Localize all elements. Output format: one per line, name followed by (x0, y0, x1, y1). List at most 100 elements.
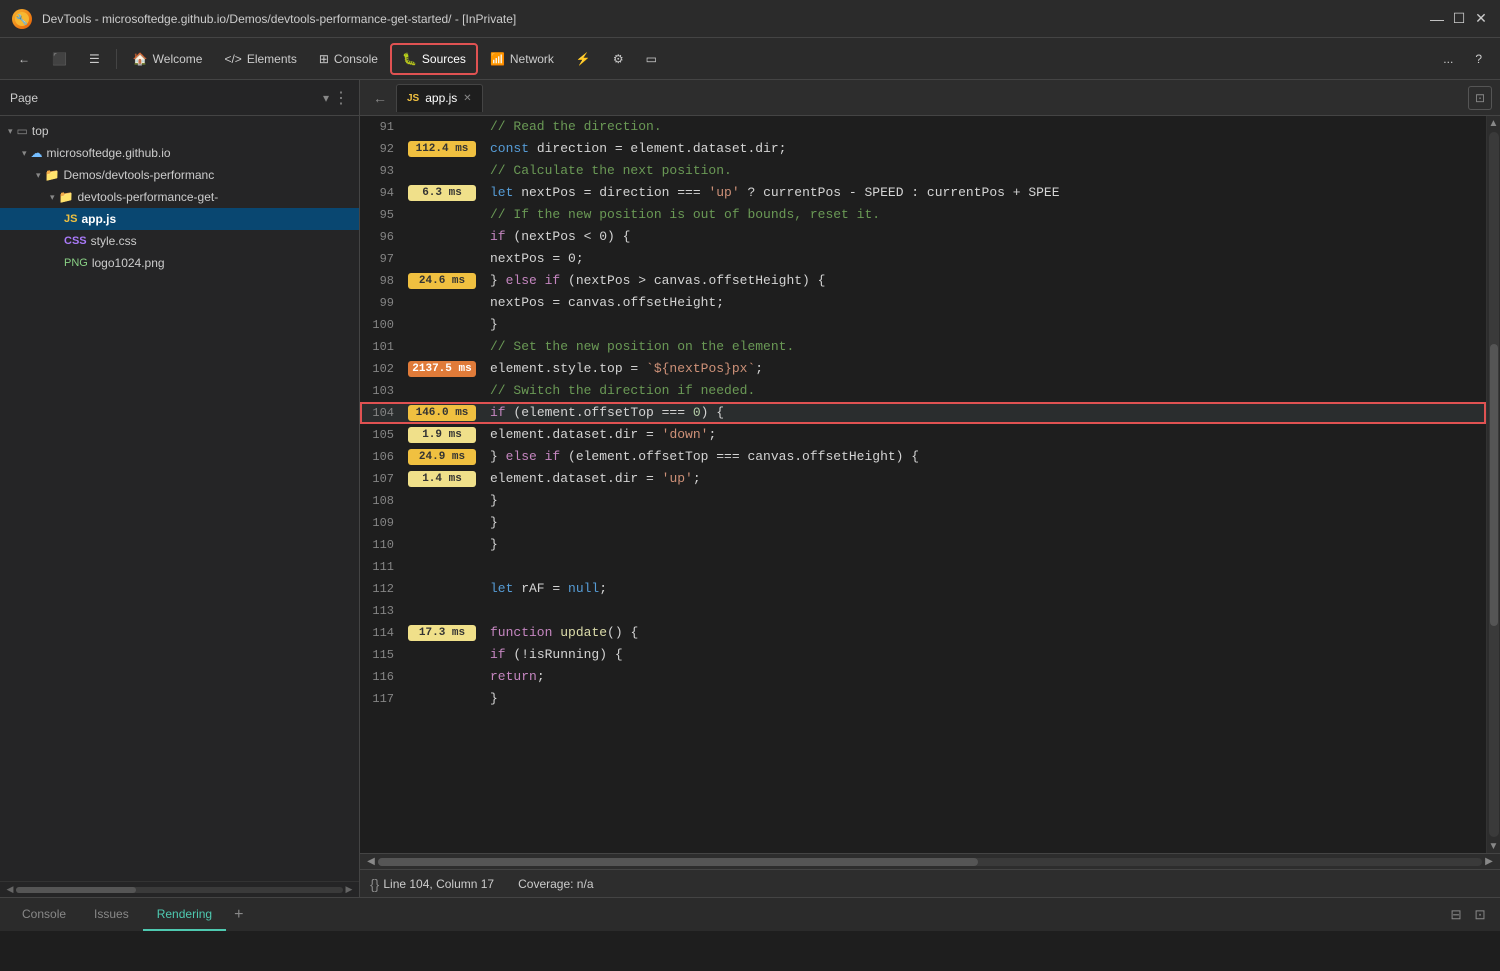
timing-badge: 24.6 ms (408, 273, 476, 289)
code-text: if (!isRunning) { (482, 644, 623, 666)
vscroll-thumb (1490, 344, 1498, 626)
tree-item-top[interactable]: ▾ ▭ top (0, 120, 359, 142)
code-line-113: 113 (360, 600, 1486, 622)
line-number: 107 (360, 468, 402, 490)
sidebar-header-more[interactable]: ⋮ (333, 88, 349, 108)
tree-item-label: app.js (81, 212, 116, 226)
line-number: 117 (360, 688, 402, 710)
folder-icon: ▭ (17, 124, 28, 138)
editor-back-button[interactable]: ← (368, 86, 392, 110)
code-text: let nextPos = direction === 'up' ? curre… (482, 182, 1060, 204)
vscroll-up-button[interactable]: ▲ (1487, 116, 1500, 130)
vscroll-track[interactable] (1489, 132, 1499, 837)
tab-close-button[interactable]: ✕ (463, 93, 471, 104)
elements-tab-button[interactable]: </> Elements (214, 43, 306, 75)
tree-item-label: top (32, 124, 49, 138)
code-line-96: 96if (nextPos < 0) { (360, 226, 1486, 248)
folder-icon: 📁 (45, 168, 60, 182)
bottom-tab-console[interactable]: Console (8, 898, 80, 931)
tree-item-label: logo1024.png (92, 256, 165, 270)
code-line-91: 91// Read the direction. (360, 116, 1486, 138)
add-tab-button[interactable]: + (226, 906, 251, 924)
dock-button[interactable]: ⊡ (1468, 86, 1492, 110)
code-line-110: 110} (360, 534, 1486, 556)
sources-tab-button[interactable]: 🐛 Sources (390, 43, 478, 75)
scroll-right-button[interactable]: ▶ (343, 884, 355, 896)
tree-item-logo1024[interactable]: PNG logo1024.png (0, 252, 359, 274)
png-file-icon: PNG (64, 257, 88, 269)
code-text: } (482, 688, 498, 710)
editor-horizontal-scrollbar[interactable]: ◀ ▶ (360, 853, 1500, 869)
tree-item-microsoftedge[interactable]: ▾ ☁ microsoftedge.github.io (0, 142, 359, 164)
code-text: // Calculate the next position. (482, 160, 732, 182)
minimize-button[interactable]: — (1430, 12, 1444, 26)
code-text: let rAF = null; (482, 578, 607, 600)
title-bar: 🔧 DevTools - microsoftedge.github.io/Dem… (0, 0, 1500, 38)
code-text: } (482, 314, 498, 336)
line-number: 108 (360, 490, 402, 512)
code-text: nextPos = canvas.offsetHeight; (482, 292, 724, 314)
tree-item-label: Demos/devtools-performanc (63, 168, 214, 182)
editor-tab-appjs[interactable]: JS app.js ✕ (396, 84, 483, 112)
code-line-107: 1071.4 ms element.dataset.dir = 'up'; (360, 468, 1486, 490)
console-tab-button[interactable]: ⊞ Console (309, 43, 388, 75)
bottom-tab-rendering[interactable]: Rendering (143, 898, 226, 931)
nav-back-button[interactable]: ← (8, 43, 40, 75)
network-tab-button[interactable]: 📶 Network (480, 43, 564, 75)
memory-tab-button[interactable]: ⚙ (603, 43, 634, 75)
code-line-93: 93// Calculate the next position. (360, 160, 1486, 182)
line-number: 97 (360, 248, 402, 270)
bottom-tab-issues[interactable]: Issues (80, 898, 143, 931)
editor-main: 91// Read the direction.92112.4 msconst … (360, 116, 1500, 853)
tree-item-stylecss[interactable]: CSS style.css (0, 230, 359, 252)
js-file-icon: JS (64, 213, 77, 225)
sidebar-scroll-bar[interactable]: ◀ ▶ (0, 881, 359, 897)
line-number: 96 (360, 226, 402, 248)
code-line-98: 9824.6 ms} else if (nextPos > canvas.off… (360, 270, 1486, 292)
code-line-92: 92112.4 msconst direction = element.data… (360, 138, 1486, 160)
code-text: element.dataset.dir = 'down'; (482, 424, 716, 446)
code-line-104: 104146.0 msif (element.offsetTop === 0) … (360, 402, 1486, 424)
maximize-button[interactable]: ☐ (1452, 12, 1466, 26)
status-bar: {} Line 104, Column 17 Coverage: n/a (360, 869, 1500, 897)
sidebar-toggle-button[interactable]: ☰ (79, 43, 110, 75)
tree-item-appjs[interactable]: JS app.js (0, 208, 359, 230)
code-text: } else if (element.offsetTop === canvas.… (482, 446, 919, 468)
nav-forward-button[interactable]: ⬛ (42, 43, 77, 75)
folder-icon: 📁 (59, 190, 74, 204)
tree-item-devtools-perf-get[interactable]: ▾ 📁 devtools-performance-get- (0, 186, 359, 208)
code-editor[interactable]: 91// Read the direction.92112.4 msconst … (360, 116, 1486, 853)
console-icon: ⊞ (319, 52, 329, 66)
more-tabs-button[interactable]: ... (1433, 43, 1463, 75)
timing-badge: 112.4 ms (408, 141, 476, 157)
chevron-down-icon: ▾ (36, 170, 41, 181)
sources-icon: 🐛 (402, 52, 417, 66)
hscroll-right-button[interactable]: ▶ (1482, 855, 1496, 869)
coverage-info: Coverage: n/a (518, 877, 593, 891)
sidebar-tree: ▾ ▭ top ▾ ☁ microsoftedge.github.io ▾ 📁 … (0, 116, 359, 881)
hscroll-left-button[interactable]: ◀ (364, 855, 378, 869)
dock-bottom-button[interactable]: ⊟ (1444, 903, 1468, 927)
close-bottom-button[interactable]: ⊡ (1468, 903, 1492, 927)
line-number: 111 (360, 556, 402, 578)
close-button[interactable]: ✕ (1474, 12, 1488, 26)
sidebar-header-dropdown[interactable]: ▾ (323, 91, 329, 105)
code-line-105: 1051.9 ms element.dataset.dir = 'down'; (360, 424, 1486, 446)
code-line-115: 115 if (!isRunning) { (360, 644, 1486, 666)
hscroll-track[interactable] (378, 858, 1482, 866)
hscroll-thumb (378, 858, 978, 866)
application-tab-button[interactable]: ▭ (636, 43, 667, 75)
editor-vertical-scrollbar[interactable]: ▲ ▼ (1486, 116, 1500, 853)
sidebar-scroll-track[interactable] (16, 887, 343, 893)
code-line-102: 1022137.5 mselement.style.top = `${nextP… (360, 358, 1486, 380)
editor-tabs: ← JS app.js ✕ ⊡ (360, 80, 1500, 116)
elements-icon: </> (224, 52, 241, 66)
scroll-left-button[interactable]: ◀ (4, 884, 16, 896)
code-line-103: 103// Switch the direction if needed. (360, 380, 1486, 402)
line-number: 100 (360, 314, 402, 336)
welcome-tab-button[interactable]: 🏠 Welcome (123, 43, 213, 75)
help-button[interactable]: ? (1465, 43, 1492, 75)
vscroll-down-button[interactable]: ▼ (1487, 839, 1500, 853)
performance-tab-button[interactable]: ⚡ (566, 43, 601, 75)
tree-item-demos-perf[interactable]: ▾ 📁 Demos/devtools-performanc (0, 164, 359, 186)
